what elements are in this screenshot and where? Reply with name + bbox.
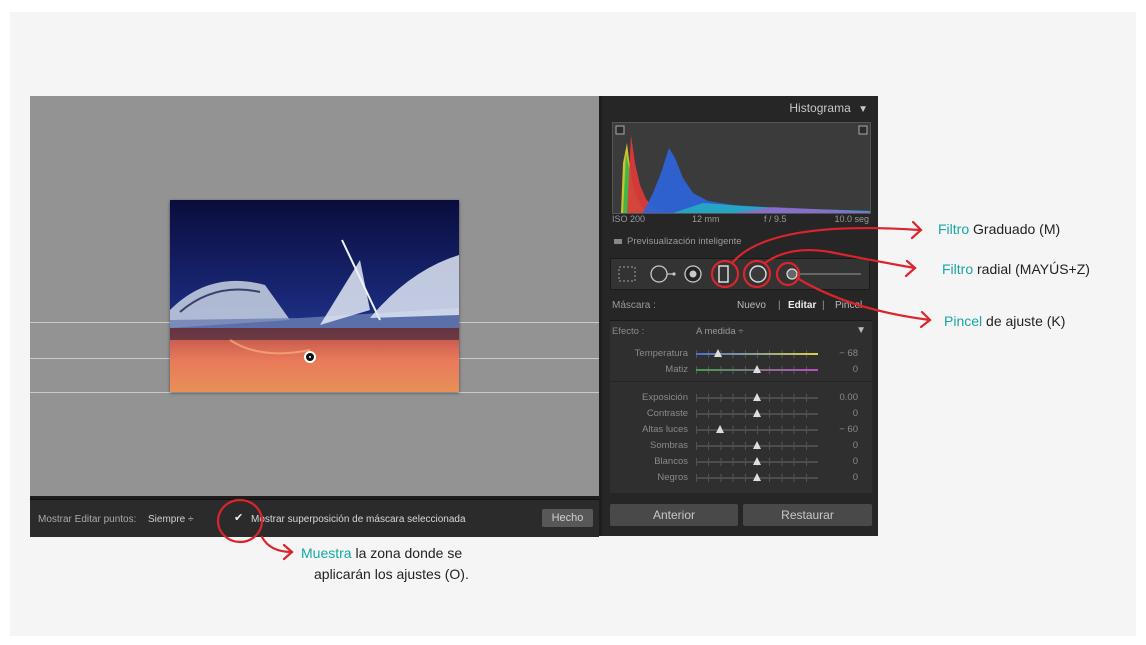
overlay-highlight-circle xyxy=(216,498,264,544)
radial-highlight-circle xyxy=(742,259,772,289)
radial-arrow xyxy=(763,249,917,270)
brush-annotation: Pincel de ajuste (K) xyxy=(944,313,1065,329)
annotation-keyword: Pincel xyxy=(944,313,983,329)
annotation-keyword: Muestra xyxy=(301,545,352,561)
annotation-keyword: Filtro xyxy=(938,221,970,237)
overlay-annotation-line1: Muestra la zona donde se xyxy=(301,545,462,561)
annotation-text: Graduado (M) xyxy=(973,221,1061,237)
radial-filter-annotation: Filtro radial (MAYÚS+Z) xyxy=(942,261,1090,277)
overlay-annotation-line2: aplicarán los ajustes (O). xyxy=(314,566,469,582)
annotation-keyword: Filtro xyxy=(942,261,974,277)
annotation-text: radial (MAYÚS+Z) xyxy=(977,261,1090,277)
brush-highlight-circle xyxy=(775,261,801,287)
brush-arrow xyxy=(795,276,932,322)
graduated-arrow xyxy=(731,226,922,264)
radial-arrowhead xyxy=(904,259,917,278)
annotation-text: de ajuste (K) xyxy=(986,313,1066,329)
annotation-text: la zona donde se xyxy=(355,545,463,561)
overlay-arrow xyxy=(260,535,294,554)
graduated-highlight-circle xyxy=(710,259,740,289)
graduated-filter-annotation: Filtro Graduado (M) xyxy=(938,221,1060,237)
